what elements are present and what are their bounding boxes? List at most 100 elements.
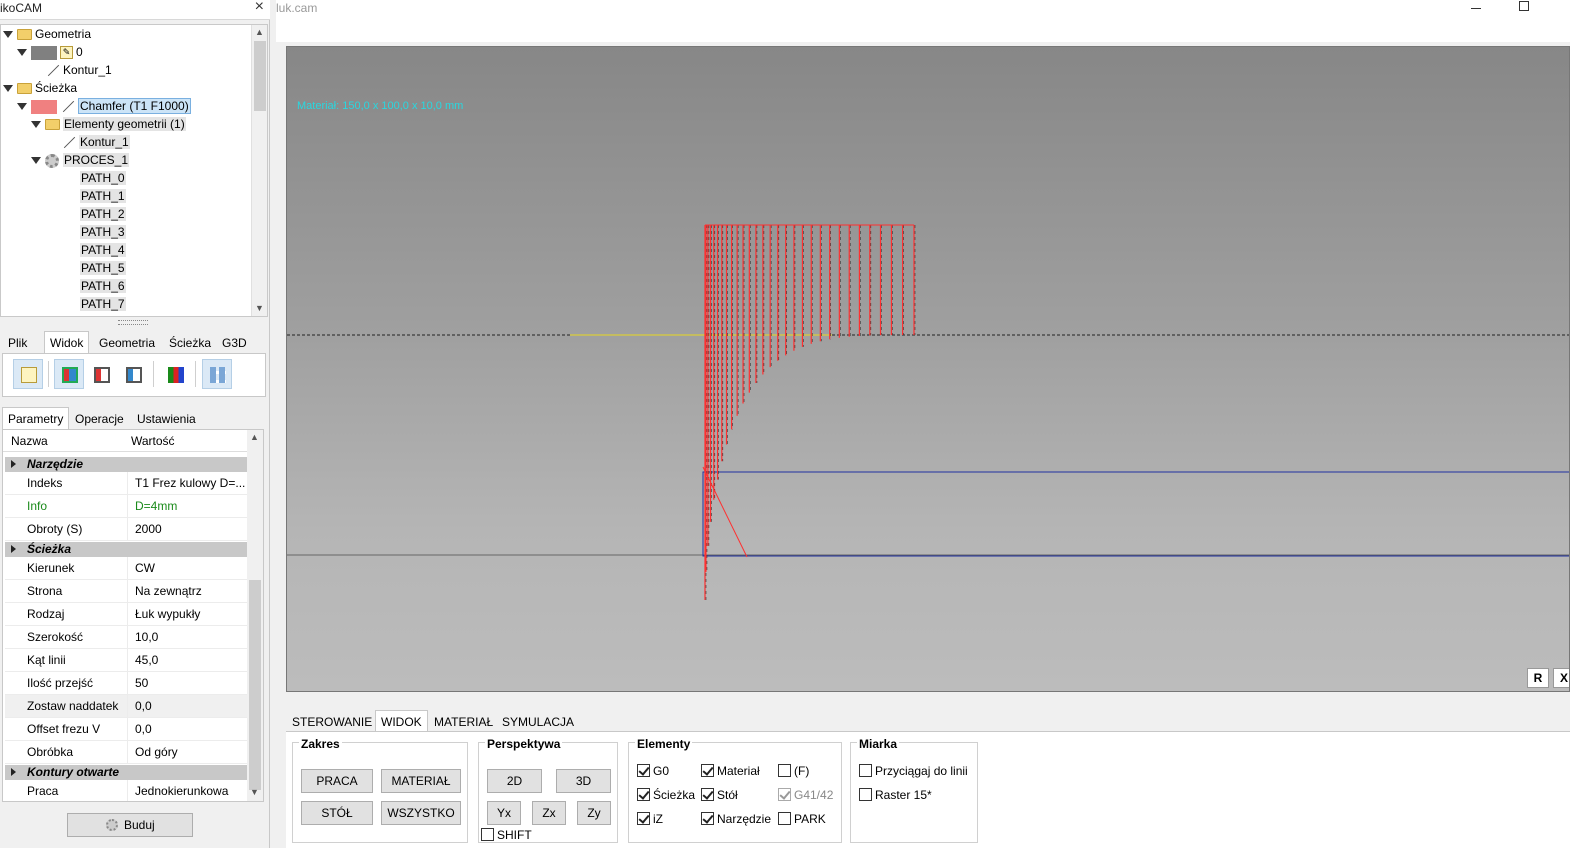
edit-button[interactable]	[13, 359, 43, 389]
reset-view-button[interactable]: R	[1527, 668, 1549, 688]
prop-value[interactable]: 45,0	[135, 649, 158, 672]
tab-sterowanie[interactable]: STEROWANIE	[286, 710, 378, 732]
grid-row[interactable]: Info D=4mm	[5, 495, 247, 518]
tab-operacje[interactable]: Operacje	[69, 407, 130, 429]
grid-scrollbar[interactable]: ▲ ▼	[247, 430, 263, 801]
tree-node-path[interactable]: PATH_6	[80, 277, 126, 295]
view-2d-button[interactable]: 2D	[487, 769, 542, 793]
narzedzie-checkbox[interactable]: Narzędzie	[701, 811, 771, 827]
expand-icon[interactable]	[31, 157, 41, 165]
checkbox-box[interactable]	[701, 788, 714, 801]
expand-icon[interactable]	[3, 85, 13, 93]
tree-node-elementy[interactable]: Elementy geometrii (1)	[31, 115, 186, 133]
tab-material[interactable]: MATERIAŁ	[428, 710, 499, 732]
checkbox-box[interactable]	[701, 764, 714, 777]
tree-node-path[interactable]: PATH_4	[80, 241, 126, 259]
park-checkbox[interactable]: PARK	[778, 811, 826, 827]
tree-node-path[interactable]: PATH_5	[80, 259, 126, 277]
scroll-thumb[interactable]	[254, 41, 266, 111]
tab-geometria[interactable]: Geometria	[93, 331, 161, 353]
checkbox-box[interactable]	[859, 788, 872, 801]
checkbox-box[interactable]	[778, 812, 791, 825]
build-button[interactable]: Buduj	[67, 813, 193, 837]
prop-value[interactable]: T1 Frez kulowy D=...	[135, 472, 245, 495]
minimize-icon[interactable]	[1471, 8, 1481, 9]
prop-value[interactable]: 50	[135, 672, 148, 695]
expand-icon[interactable]	[17, 49, 27, 57]
iz-checkbox[interactable]: iZ	[637, 811, 663, 827]
tree-node-path[interactable]: PATH_7	[80, 295, 126, 313]
view-3d-button[interactable]: 3D	[556, 769, 611, 793]
grid-view-button[interactable]	[202, 359, 232, 389]
expand-arrow-icon[interactable]	[11, 545, 16, 553]
tree-node-path[interactable]: PATH_1	[80, 187, 126, 205]
grid-row[interactable]: Ilość przejść 50	[5, 672, 247, 695]
tab-plik[interactable]: Plik	[2, 331, 33, 353]
cam-viewport[interactable]: Materiał: 150,0 x 100,0 x 10,0 mm R X	[286, 46, 1570, 692]
snap-line-checkbox[interactable]: Przyciągaj do linii	[859, 763, 968, 779]
view-top-button[interactable]	[54, 359, 84, 389]
expand-icon[interactable]	[31, 121, 41, 129]
checkbox-box[interactable]	[481, 828, 494, 841]
prop-value[interactable]: D=4mm	[135, 495, 177, 518]
checkbox-box[interactable]	[778, 788, 791, 801]
tab-sciezka[interactable]: Ścieżka	[163, 331, 217, 353]
grid-row[interactable]: Szerokość 10,0	[5, 626, 247, 649]
view-zx-button[interactable]: Zx	[532, 801, 566, 825]
prop-value[interactable]: CW	[135, 557, 155, 580]
tree-node-kontur1b[interactable]: Kontur_1	[61, 133, 130, 151]
tree-node-layer0[interactable]: ✎ 0	[17, 43, 83, 61]
grid-row[interactable]: Rodzaj Łuk wypukły	[5, 603, 247, 626]
grid-category-kontury[interactable]: Kontury otwarte	[5, 765, 247, 780]
grid-row[interactable]: Indeks T1 Frez kulowy D=...	[5, 472, 247, 495]
checkbox-box[interactable]	[778, 764, 791, 777]
expand-arrow-icon[interactable]	[11, 460, 16, 468]
grid-row[interactable]: Kąt linii 45,0	[5, 649, 247, 672]
prop-value[interactable]: Na zewnątrz	[135, 580, 202, 603]
tab-symulacja[interactable]: SYMULACJA / NARZĘDZIA	[496, 710, 579, 773]
prop-value[interactable]: 0,0	[135, 695, 152, 718]
checkbox-box[interactable]	[701, 812, 714, 825]
stol-button[interactable]: STÓŁ	[301, 801, 373, 825]
grid-row[interactable]: Strona Na zewnątrz	[5, 580, 247, 603]
prop-value[interactable]: Od góry	[135, 741, 178, 764]
tree-node-kontur1[interactable]: Kontur_1	[45, 61, 112, 79]
view-zy-button[interactable]: Zy	[577, 801, 611, 825]
grid-row[interactable]: Offset frezu V 0,0	[5, 718, 247, 741]
tree-node-path[interactable]: PATH_2	[80, 205, 126, 223]
prop-value[interactable]: 10,0	[135, 626, 158, 649]
prop-value[interactable]: Jednokierunkowa	[135, 780, 228, 801]
scroll-thumb[interactable]	[249, 580, 261, 790]
grid-row[interactable]: Zostaw naddatek 0,0	[5, 695, 247, 718]
checkbox-box[interactable]	[637, 764, 650, 777]
view-front-button[interactable]	[86, 359, 116, 389]
prop-value[interactable]: Łuk wypukły	[135, 603, 200, 626]
stol-checkbox[interactable]: Stół	[701, 787, 738, 803]
f-checkbox[interactable]: (F)	[778, 763, 809, 779]
expand-icon[interactable]	[3, 31, 13, 39]
g0-checkbox[interactable]: G0	[637, 763, 669, 779]
view-yx-button[interactable]: Yx	[487, 801, 521, 825]
colors-button[interactable]	[160, 359, 190, 389]
tab-ustawienia[interactable]: Ustawienia	[131, 407, 202, 429]
shift-checkbox[interactable]: SHIFT	[481, 827, 532, 843]
grid-category-narzedzie[interactable]: Narzędzie	[5, 457, 247, 472]
checkbox-box[interactable]	[637, 788, 650, 801]
view-side-button[interactable]	[118, 359, 148, 389]
raster-checkbox[interactable]: Raster 15*	[859, 787, 932, 803]
prop-value[interactable]: 0,0	[135, 718, 152, 741]
grid-category-sciezka[interactable]: Ścieżka	[5, 542, 247, 557]
scroll-down-icon[interactable]: ▼	[250, 787, 259, 797]
tree-node-proces[interactable]: PROCES_1	[31, 151, 130, 169]
material-button[interactable]: MATERIAŁ	[381, 769, 461, 793]
tree-node-path[interactable]: PATH_3	[80, 223, 126, 241]
wszystko-button[interactable]: WSZYSTKO	[381, 801, 461, 825]
x-view-button[interactable]: X	[1553, 668, 1569, 688]
panel-splitter[interactable]	[118, 320, 148, 325]
expand-icon[interactable]	[17, 103, 27, 111]
tab-widok[interactable]: Widok	[44, 331, 90, 354]
sciezka-checkbox[interactable]: Ścieżka	[637, 787, 695, 803]
material-checkbox[interactable]: Materiał	[701, 763, 760, 779]
tree-node-geometria[interactable]: Geometria	[3, 25, 91, 43]
tab-g3d[interactable]: G3D	[216, 331, 253, 353]
